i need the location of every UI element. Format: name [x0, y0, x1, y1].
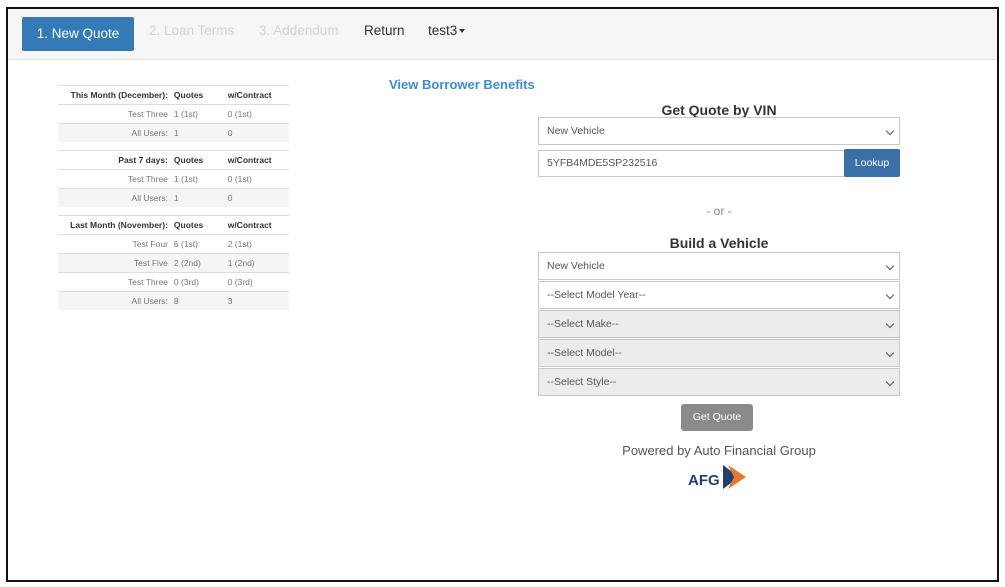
table-row: Test Three 1 (1st) 0 (1st)	[58, 104, 289, 124]
stats-quotes: 8	[170, 291, 225, 310]
stats-user: Test Three	[58, 272, 171, 292]
stats-header-row: Last Month (November): Quotes w/Contract	[58, 215, 289, 235]
build-condition-select[interactable]: New Vehicle	[538, 252, 900, 280]
chevron-down-icon	[885, 290, 895, 300]
stats-quotes: 1 (1st)	[170, 169, 225, 189]
afg-logo-text: AFG	[688, 472, 720, 489]
stats-header-row: Past 7 days: Quotes w/Contract	[58, 150, 289, 170]
user-menu-label: test3	[428, 23, 458, 38]
vin-section-title: Get Quote by VIN	[661, 102, 777, 118]
stats-quotes: 1	[170, 188, 225, 207]
caret-down-icon	[459, 29, 466, 34]
afg-logo: AFG	[688, 465, 746, 489]
model-value: --Select Model--	[547, 347, 622, 359]
stats-contracts: 0 (1st)	[224, 104, 289, 124]
stats-contracts: 0	[224, 188, 289, 207]
stats-header-contract: w/Contract	[224, 150, 289, 170]
stats-quotes: 6 (1st)	[170, 234, 225, 254]
build-condition-value: New Vehicle	[547, 260, 605, 272]
tab-addendum: 3. Addendum	[259, 23, 339, 38]
vin-condition-value: New Vehicle	[547, 125, 605, 137]
model-year-select[interactable]: --Select Model Year--	[538, 281, 900, 309]
chevron-down-icon	[885, 348, 895, 358]
view-borrower-benefits-link[interactable]: View Borrower Benefits	[389, 77, 535, 92]
table-row: All Users: 1 0	[58, 188, 289, 207]
stats-user: All Users:	[58, 188, 171, 207]
make-value: --Select Make--	[547, 318, 619, 330]
stats-header-row: This Month (December): Quotes w/Contract	[58, 85, 289, 105]
table-row: Test Three 1 (1st) 0 (1st)	[58, 169, 289, 189]
stats-contracts: 0	[224, 123, 289, 142]
powered-by-text: Powered by Auto Financial Group	[622, 443, 816, 458]
chevron-down-icon	[885, 319, 895, 329]
stats-contracts: 2 (1st)	[224, 234, 289, 254]
style-select[interactable]: --Select Style--	[538, 368, 900, 396]
stats-quotes: 0 (3rd)	[170, 272, 225, 292]
table-row: Test Five 2 (2nd) 1 (2nd)	[58, 253, 289, 273]
stats-quotes: 1	[170, 123, 225, 142]
chevron-down-icon	[885, 377, 895, 387]
stats-header-label: Last Month (November):	[58, 215, 171, 235]
vin-condition-select[interactable]: New Vehicle	[538, 117, 900, 145]
stats-header-contract: w/Contract	[224, 215, 289, 235]
chevron-down-icon	[885, 261, 895, 271]
make-select[interactable]: --Select Make--	[538, 310, 900, 338]
build-section-title: Build a Vehicle	[669, 235, 769, 251]
stats-header-quotes: Quotes	[170, 215, 225, 235]
stats-header-quotes: Quotes	[170, 85, 225, 105]
model-select[interactable]: --Select Model--	[538, 339, 900, 367]
style-value: --Select Style--	[547, 376, 617, 388]
lookup-button[interactable]: Lookup	[844, 149, 900, 177]
stats-user: All Users:	[58, 291, 171, 310]
stats-header-contract: w/Contract	[224, 85, 289, 105]
model-year-value: --Select Model Year--	[547, 289, 646, 301]
app-frame: 1. New Quote 2. Loan Terms 3. Addendum R…	[6, 7, 999, 582]
table-row: Test Three 0 (3rd) 0 (3rd)	[58, 272, 289, 292]
stats-quotes: 2 (2nd)	[170, 253, 225, 273]
stats-header-label: Past 7 days:	[58, 150, 171, 170]
stats-contracts: 3	[224, 291, 289, 310]
stats-quotes: 1 (1st)	[170, 104, 225, 124]
stats-contracts: 1 (2nd)	[224, 253, 289, 273]
get-quote-button[interactable]: Get Quote	[681, 404, 753, 431]
stats-header-quotes: Quotes	[170, 150, 225, 170]
vin-input[interactable]: 5YFB4MDE5SP232516	[538, 150, 846, 177]
table-row: Test Four 6 (1st) 2 (1st)	[58, 234, 289, 254]
stats-header-label: This Month (December):	[58, 85, 171, 105]
stats-user: Test Four	[58, 234, 171, 254]
top-navbar: 1. New Quote 2. Loan Terms 3. Addendum R…	[8, 9, 997, 60]
quote-stats-table: This Month (December): Quotes w/Contract T…	[58, 85, 289, 310]
stats-user: All Users:	[58, 123, 171, 142]
tab-new-quote[interactable]: 1. New Quote	[22, 17, 134, 51]
stats-user: Test Five	[58, 253, 171, 273]
user-menu[interactable]: test3	[428, 23, 466, 38]
stats-user: Test Three	[58, 104, 171, 124]
table-row: All Users: 8 3	[58, 291, 289, 310]
tab-loan-terms: 2. Loan Terms	[149, 23, 235, 38]
or-divider: - or -	[706, 204, 732, 218]
return-link[interactable]: Return	[364, 23, 405, 38]
chevron-down-icon	[885, 126, 895, 136]
table-row: All Users: 1 0	[58, 123, 289, 142]
stats-contracts: 0 (1st)	[224, 169, 289, 189]
stats-user: Test Three	[58, 169, 171, 189]
stats-contracts: 0 (3rd)	[224, 272, 289, 292]
